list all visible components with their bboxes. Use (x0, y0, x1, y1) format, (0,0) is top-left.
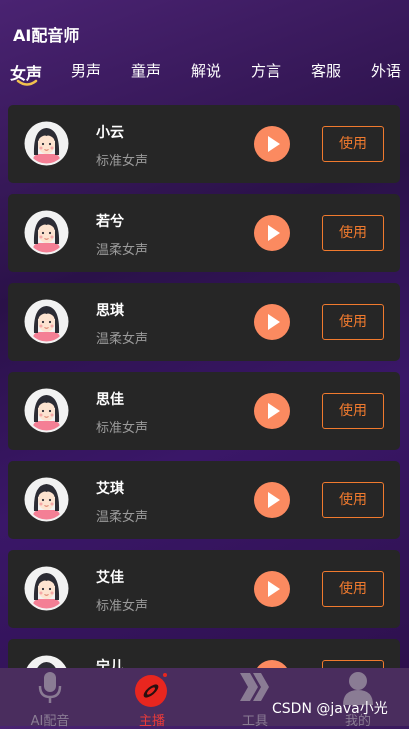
use-button[interactable]: 使用 (322, 482, 384, 518)
nav-item-ai-dubbing[interactable]: AI配音 (0, 668, 100, 729)
voice-avatar (24, 655, 69, 668)
voice-card: 艾佳 标准女声 使用 (8, 550, 400, 628)
voice-type: 温柔女声 (96, 332, 149, 347)
voice-type: 温柔女声 (96, 243, 149, 258)
tab-service[interactable]: 客服 (311, 60, 341, 81)
watermark: CSDN @java小光 (272, 701, 388, 717)
use-button[interactable]: 使用 (322, 660, 384, 668)
tab-male[interactable]: 男声 (71, 60, 101, 81)
voice-card: 小云 标准女声 使用 (8, 105, 400, 183)
play-button[interactable] (254, 482, 290, 518)
use-button[interactable]: 使用 (322, 393, 384, 429)
use-button[interactable]: 使用 (322, 126, 384, 162)
voice-name: 艾佳 (96, 570, 124, 586)
microphone-icon (38, 672, 62, 703)
voice-list: 小云 标准女声 使用 若兮 温柔女声 使用 思琪 温柔女声 使用 思佳 标准女声… (0, 105, 409, 668)
voice-type: 标准女声 (96, 154, 149, 169)
use-button[interactable]: 使用 (322, 571, 384, 607)
tab-child[interactable]: 童声 (131, 60, 161, 81)
play-button[interactable] (254, 571, 290, 607)
voice-name: 若兮 (96, 214, 124, 230)
play-button[interactable] (254, 660, 290, 668)
voice-avatar (24, 121, 69, 166)
voice-type: 温柔女声 (96, 510, 149, 525)
tab-active-indicator (16, 79, 38, 86)
use-button[interactable]: 使用 (322, 215, 384, 251)
tab-foreign[interactable]: 外语 (371, 60, 401, 81)
voice-avatar (24, 210, 69, 255)
voice-card: 思佳 标准女声 使用 (8, 372, 400, 450)
use-button[interactable]: 使用 (322, 304, 384, 340)
voice-card: 宁儿 使用 (8, 639, 400, 668)
voice-avatar (24, 299, 69, 344)
voice-card: 艾琪 温柔女声 使用 (8, 461, 400, 539)
voice-type: 标准女声 (96, 599, 149, 614)
voice-name: 艾琪 (96, 481, 124, 497)
nav-label-anchor: 主播 (138, 714, 165, 729)
play-button[interactable] (254, 393, 290, 429)
play-button[interactable] (254, 215, 290, 251)
tab-narration[interactable]: 解说 (191, 60, 221, 81)
anchor-icon (135, 673, 167, 707)
voice-name: 小云 (96, 125, 124, 141)
play-button[interactable] (254, 126, 290, 162)
nav-item-anchor[interactable]: 主播 (102, 668, 202, 729)
voice-avatar (24, 388, 69, 433)
voice-category-tabs: 女声 男声 童声 解说 方言 客服 外语 (0, 60, 409, 90)
voice-name: 思佳 (96, 392, 124, 408)
voice-name: 宁儿 (96, 659, 124, 668)
nav-label-ai-dubbing: AI配音 (30, 714, 70, 729)
chevrons-icon (240, 673, 269, 701)
play-button[interactable] (254, 304, 290, 340)
voice-name: 思琪 (96, 303, 124, 319)
voice-card: 思琪 温柔女声 使用 (8, 283, 400, 361)
voice-type: 标准女声 (96, 421, 149, 436)
voice-avatar (24, 566, 69, 611)
app-title: AI配音师 (13, 26, 80, 45)
voice-card: 若兮 温柔女声 使用 (8, 194, 400, 272)
tab-dialect[interactable]: 方言 (251, 60, 281, 81)
voice-avatar (24, 477, 69, 522)
